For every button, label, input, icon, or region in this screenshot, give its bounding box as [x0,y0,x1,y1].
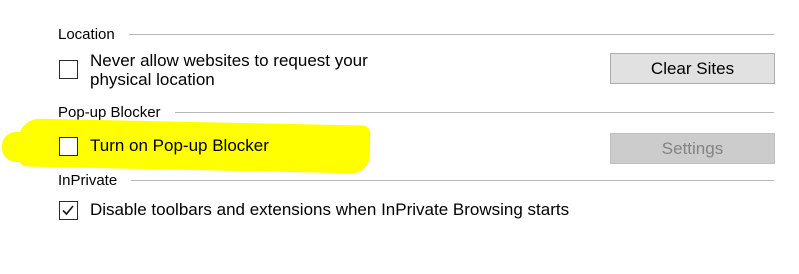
popup-blocker-group-divider [174,112,774,113]
popup-settings-button[interactable]: Settings [610,133,775,164]
disable-toolbars-label[interactable]: Disable toolbars and extensions when InP… [90,201,569,219]
never-allow-location-checkbox[interactable] [59,60,78,79]
location-group-divider [128,34,774,35]
turn-on-popup-blocker-label[interactable]: Turn on Pop-up Blocker [90,137,269,155]
inprivate-group-divider [131,180,774,181]
location-group-header: Location [58,26,774,43]
inprivate-group-title: InPrivate [58,172,118,189]
turn-on-popup-blocker-checkbox[interactable] [59,137,78,156]
checkmark-icon [62,205,74,216]
location-group-title: Location [58,26,115,43]
inprivate-group-header: InPrivate [58,172,774,189]
never-allow-location-label-line1[interactable]: Never allow websites to request your [90,52,368,70]
never-allow-location-label-line2[interactable]: physical location [90,71,215,89]
popup-blocker-group-header: Pop-up Blocker [58,104,774,121]
disable-toolbars-checkbox[interactable] [59,201,78,220]
popup-blocker-group-title: Pop-up Blocker [58,104,161,121]
clear-sites-button[interactable]: Clear Sites [610,53,775,84]
